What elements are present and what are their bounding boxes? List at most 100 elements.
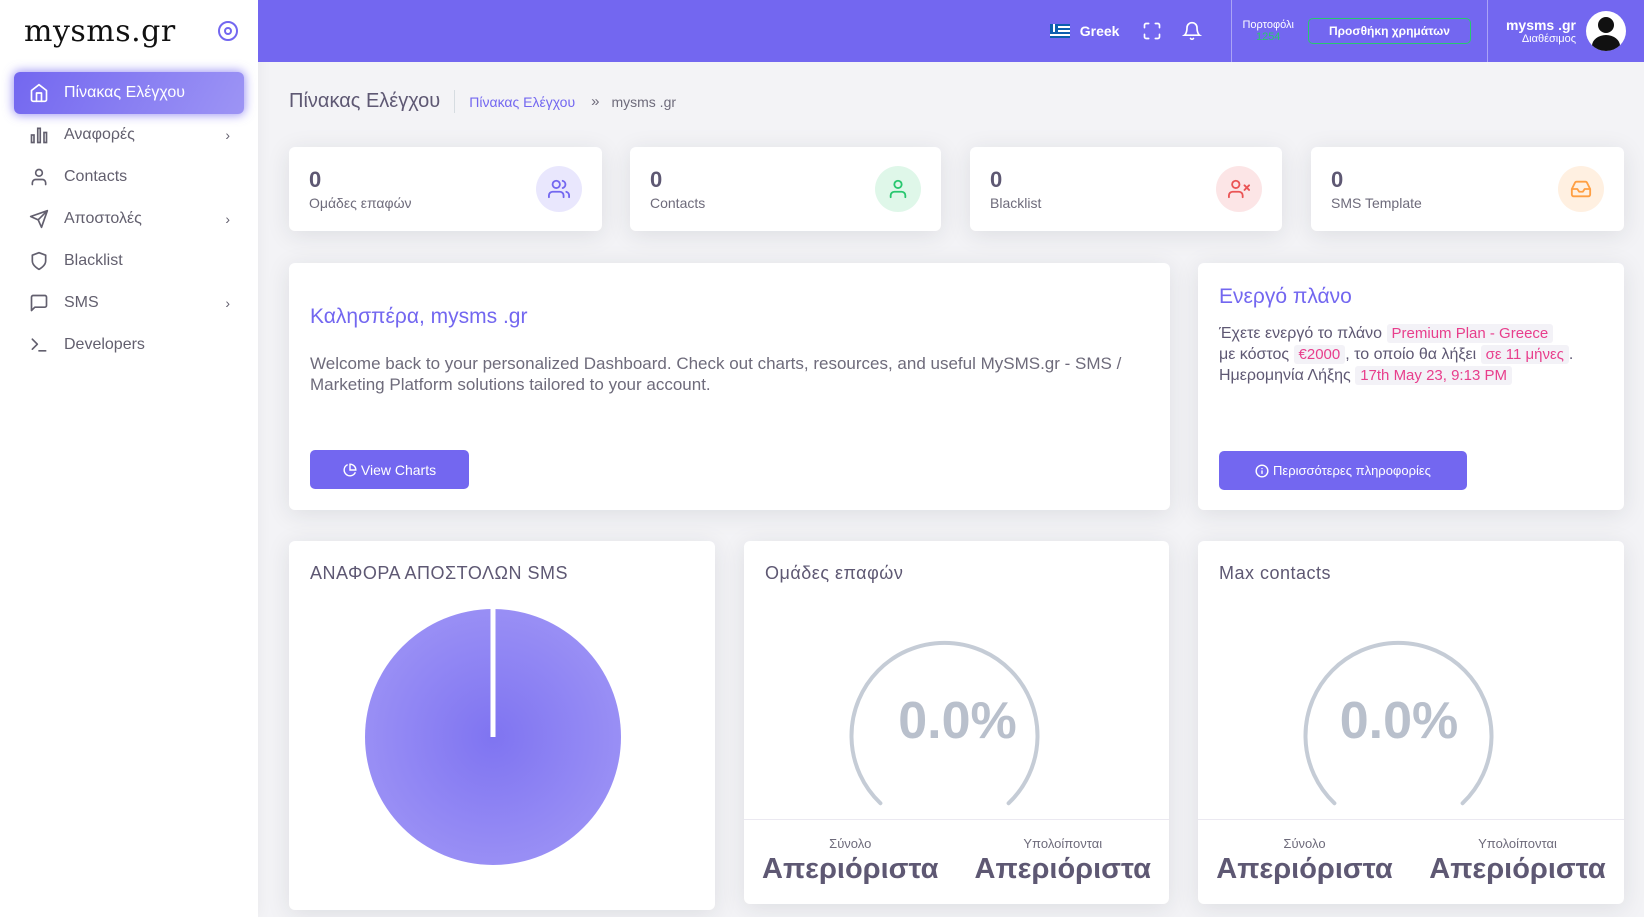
max-contacts-gauge-card: Max contacts 0.0% Σύνολο Απεριόριστα Υπο…: [1198, 541, 1624, 904]
add-funds-button[interactable]: Προσθήκη χρημάτων: [1307, 18, 1471, 44]
stat-card-contact-groups: 0 Ομάδες επαφών: [289, 147, 602, 231]
stat-value: 0: [309, 167, 322, 192]
plan-name-tag: Premium Plan - Greece: [1386, 324, 1554, 343]
plan-title: Ενεργό πλάνο: [1219, 285, 1352, 308]
gauge-remaining: Υπολοίπονται Απεριόριστα: [957, 820, 1170, 886]
user-icon: [28, 166, 50, 188]
stat-value: 0: [1331, 167, 1344, 192]
plan-cost-tag: €2000: [1293, 345, 1346, 364]
sidebar-item-blacklist[interactable]: Blacklist: [14, 240, 244, 282]
stat-card-contacts: 0 Contacts: [630, 147, 941, 231]
sidebar-item-developers[interactable]: Developers: [14, 324, 244, 366]
active-plan-card: Ενεργό πλάνο Έχετε ενεργό το πλάνο Premi…: [1198, 263, 1624, 510]
wallet-label: Πορτοφόλι: [1242, 19, 1294, 31]
plan-text-part: Έχετε ενεργό το πλάνο: [1219, 325, 1383, 342]
info-icon: [1255, 463, 1269, 478]
user-text: mysms .gr Διαθέσιμος: [1506, 17, 1576, 45]
wallet: Πορτοφόλι 1254 Προσθήκη χρημάτων: [1232, 0, 1486, 62]
sidebar-item-dashboard[interactable]: Πίνακας Ελέγχου: [14, 72, 244, 114]
breadcrumb: Πίνακας Ελέγχου Πίνακας Ελέγχου » mysms …: [289, 90, 676, 113]
wallet-info: Πορτοφόλι 1254: [1242, 19, 1293, 43]
contact-groups-gauge-card: Ομάδες επαφών 0.0% Σύνολο Απεριόριστα Υπ…: [744, 541, 1169, 904]
sidebar-item-label: SMS: [64, 294, 99, 311]
message-square-icon: [28, 292, 50, 314]
gauge-total: Σύνολο Απεριόριστα: [1198, 820, 1411, 886]
more-info-button[interactable]: Περισσότερες πληροφορίες: [1219, 451, 1467, 490]
plan-text-part: .: [1568, 346, 1574, 363]
stat-value: 0: [650, 167, 663, 192]
gauge-remaining-label: Υπολοίπονται: [1023, 836, 1103, 851]
plan-text-part: , το οποίο θα λήξει: [1345, 346, 1477, 363]
plan-expires-in-tag: σε 11 μήνες: [1480, 345, 1569, 364]
fullscreen-icon[interactable]: [1141, 20, 1163, 42]
user-menu[interactable]: mysms .gr Διαθέσιμος: [1488, 0, 1644, 62]
plan-text: Έχετε ενεργό το πλάνο Premium Plan - Gre…: [1219, 323, 1599, 386]
sidebar-toggle-icon[interactable]: [218, 21, 238, 41]
gauge-total-label: Σύνολο: [1283, 836, 1326, 851]
language-selector[interactable]: Greek: [1049, 23, 1120, 39]
user-name: mysms .gr: [1505, 17, 1576, 33]
welcome-card: Καλησπέρα, mysms .gr Welcome back to you…: [289, 263, 1170, 510]
users-icon: [536, 166, 582, 212]
sidebar-item-label: Αναφορές: [64, 126, 135, 143]
plan-text-part: με κόστος: [1219, 346, 1290, 363]
gauge-footer: Σύνολο Απεριόριστα Υπολοίπονται Απεριόρι…: [744, 819, 1169, 886]
stat-card-blacklist: 0 Blacklist: [970, 147, 1282, 231]
sms-report-card: ΑΝΑΦΟΡΑ ΑΠΟΣΤΟΛΩΝ SMS: [289, 541, 715, 910]
bell-icon[interactable]: [1181, 20, 1203, 42]
avatar[interactable]: [1586, 11, 1626, 51]
sidebar-item-sms[interactable]: SMS ›: [14, 282, 244, 324]
gauge-total-label: Σύνολο: [829, 836, 872, 851]
top-navbar: Greek Πορτοφόλι 1254 Προσθήκη χρημάτων m…: [258, 0, 1644, 62]
sidebar-item-label: Πίνακας Ελέγχου: [64, 84, 185, 101]
gauge-footer: Σύνολο Απεριόριστα Υπολοίπονται Απεριόρι…: [1198, 819, 1624, 886]
sidebar-item-reports[interactable]: Αναφορές ›: [14, 114, 244, 156]
user-x-icon: [1216, 166, 1262, 212]
send-icon: [28, 208, 50, 230]
stat-label: Contacts: [650, 195, 706, 211]
more-info-label: Περισσότερες πληροφορίες: [1273, 463, 1431, 478]
gauge-ring: [849, 640, 1040, 806]
terminal-icon: [28, 334, 50, 356]
brand-logo[interactable]: mysms.gr: [24, 14, 176, 49]
chevron-right-icon: ›: [225, 127, 230, 143]
brand: mysms.gr: [0, 0, 258, 62]
breadcrumb-current: mysms .gr: [611, 93, 677, 110]
welcome-text: Welcome back to your personalized Dashbo…: [310, 354, 1122, 394]
wallet-amount: 1254: [1255, 31, 1281, 43]
pie-chart-icon: [343, 462, 357, 477]
gauge-value: 0.0%: [1339, 692, 1459, 750]
breadcrumb-link-dashboard[interactable]: Πίνακας Ελέγχου: [469, 94, 575, 110]
gauge-remaining-label: Υπολοίπονται: [1478, 836, 1557, 851]
stat-label: SMS Template: [1331, 195, 1422, 211]
sidebar-item-label: Blacklist: [64, 252, 123, 269]
breadcrumb-separator: »: [591, 93, 600, 110]
user-icon: [875, 166, 921, 212]
sms-report-pie-chart: [365, 609, 621, 865]
language-label: Greek: [1079, 23, 1120, 39]
sidebar-nav: Πίνακας Ελέγχου Αναφορές › Contacts Αποσ…: [0, 62, 258, 376]
sidebar-item-campaigns[interactable]: Αποστολές ›: [14, 198, 244, 240]
sidebar-item-contacts[interactable]: Contacts: [14, 156, 244, 198]
plan-text-part: Ημερομηνία Λήξης: [1219, 367, 1351, 384]
gauge-remaining-value: Απεριόριστα: [1429, 853, 1606, 885]
gauge-value: 0.0%: [898, 692, 1017, 750]
stat-label: Blacklist: [990, 195, 1042, 211]
home-icon: [28, 82, 50, 104]
gauge-ring: [1303, 640, 1494, 806]
sidebar-item-label: Αποστολές: [64, 210, 142, 227]
stat-label: Ομάδες επαφών: [309, 195, 412, 211]
inbox-icon: [1558, 166, 1604, 212]
view-charts-button[interactable]: View Charts: [310, 450, 469, 489]
bar-chart-icon: [28, 124, 50, 146]
chevron-right-icon: ›: [225, 211, 230, 227]
greek-flag-icon: [1049, 24, 1070, 38]
user-status: Διαθέσιμος: [1521, 33, 1576, 45]
stat-card-sms-template: 0 SMS Template: [1311, 147, 1624, 231]
gauge-total-value: Απεριόριστα: [762, 853, 939, 885]
sidebar-item-label: Developers: [64, 336, 145, 353]
gauge-remaining-value: Απεριόριστα: [974, 853, 1151, 885]
sidebar-item-label: Contacts: [64, 168, 128, 185]
page-title: Πίνακας Ελέγχου: [289, 90, 456, 113]
stat-value: 0: [990, 167, 1003, 192]
